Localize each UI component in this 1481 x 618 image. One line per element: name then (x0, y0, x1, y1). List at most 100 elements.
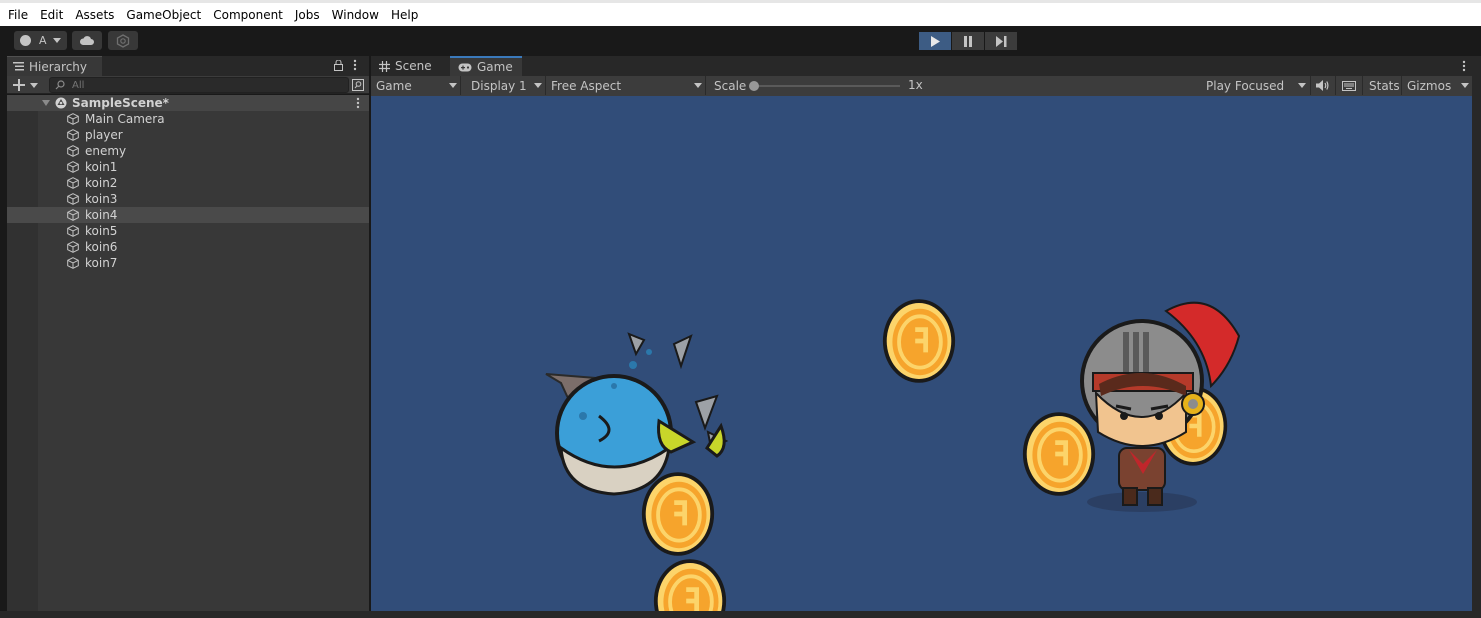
display-select[interactable]: Display 1 (466, 76, 546, 95)
play-mode-value: Play Focused (1206, 78, 1285, 93)
menu-help[interactable]: Help (385, 5, 424, 25)
gameobject-cube-icon (67, 129, 79, 141)
more-options-icon[interactable] (353, 59, 357, 71)
hierarchy-item-label: koin4 (85, 208, 118, 222)
create-dropdown[interactable] (13, 78, 41, 92)
display-select-value: Display 1 (471, 78, 527, 93)
hierarchy-item[interactable]: enemy (7, 143, 369, 159)
scale-label: Scale (714, 78, 747, 93)
chevron-down-icon (694, 83, 702, 88)
stats-label: Stats (1369, 78, 1400, 93)
play-mode-select[interactable]: Play Focused (1201, 76, 1311, 95)
menu-bar: File Edit Assets GameObject Component Jobs Win… (0, 0, 1481, 26)
gizmos-dropdown[interactable]: Gizmos (1402, 76, 1472, 95)
gameobject-cube-icon (67, 225, 79, 237)
menu-gameobject[interactable]: GameObject (120, 5, 207, 25)
account-label: A (39, 34, 47, 47)
coin-sprite[interactable] (1023, 412, 1095, 496)
game-viewport[interactable] (371, 96, 1472, 611)
chevron-down-icon (52, 38, 61, 43)
cloud-icon (79, 36, 94, 45)
gameobject-cube-icon (67, 193, 79, 205)
search-icon (55, 80, 65, 90)
menu-edit[interactable]: Edit (34, 5, 69, 25)
gameobject-cube-icon (67, 177, 79, 189)
hierarchy-item-label: enemy (85, 144, 127, 158)
chevron-down-icon (1461, 83, 1469, 88)
menu-component[interactable]: Component (207, 5, 289, 25)
play-button[interactable] (919, 32, 951, 50)
account-icon (20, 35, 31, 46)
hierarchy-item-label: Main Camera (85, 112, 165, 126)
hierarchy-item[interactable]: koin3 (7, 191, 369, 207)
hierarchy-item[interactable]: Main Camera (7, 111, 369, 127)
hierarchy-item-label: player (85, 128, 123, 142)
shortcuts-toggle[interactable] (1337, 76, 1363, 95)
play-controls (919, 32, 1017, 50)
lock-icon[interactable] (334, 60, 343, 71)
menu-assets[interactable]: Assets (69, 5, 120, 25)
account-dropdown[interactable]: A (14, 31, 67, 50)
stats-toggle[interactable]: Stats (1364, 76, 1402, 95)
menu-window[interactable]: Window (326, 5, 385, 25)
grid-icon (379, 60, 390, 72)
gameobject-cube-icon (67, 209, 79, 221)
hierarchy-item[interactable]: koin6 (7, 239, 369, 255)
hierarchy-tree: SampleScene* Main Camera player enemy koin1… (7, 95, 369, 611)
scene-name: SampleScene* (72, 96, 169, 110)
plus-icon (13, 79, 25, 91)
gameobject-cube-icon (67, 145, 79, 157)
hierarchy-search-input[interactable] (49, 77, 349, 93)
gameobject-cube-icon (67, 161, 79, 173)
more-options-icon[interactable] (1462, 60, 1466, 72)
keyboard-icon (1342, 80, 1356, 91)
hierarchy-tab-row: Hierarchy (7, 56, 369, 76)
scale-slider-thumb[interactable] (749, 81, 759, 91)
hierarchy-item[interactable]: player (7, 127, 369, 143)
scale-slider[interactable] (749, 81, 900, 91)
hierarchy-item[interactable]: koin7 (7, 255, 369, 271)
status-bar (0, 611, 1481, 618)
hierarchy-item[interactable]: koin2 (7, 175, 369, 191)
tab-hierarchy[interactable]: Hierarchy (7, 56, 102, 76)
scene-menu-icon[interactable] (356, 97, 360, 109)
hierarchy-item-label: koin1 (85, 160, 118, 174)
hierarchy-item-label: koin6 (85, 240, 118, 254)
coin-sprite[interactable] (654, 559, 726, 611)
cloud-button[interactable] (72, 31, 102, 50)
chevron-down-icon (534, 83, 542, 88)
pause-icon (964, 35, 972, 47)
tab-game[interactable]: Game (450, 56, 522, 76)
coin-sprite[interactable] (883, 299, 955, 383)
speaker-icon (1316, 80, 1329, 91)
hierarchy-item[interactable]: koin4 (7, 207, 369, 223)
aspect-select[interactable]: Free Aspect (546, 76, 706, 95)
main-toolbar: A (0, 26, 1481, 56)
chevron-down-icon (449, 83, 457, 88)
hierarchy-item-label: koin5 (85, 224, 118, 238)
coin-sprite[interactable] (642, 472, 714, 556)
aspect-select-value: Free Aspect (551, 78, 622, 93)
scene-row[interactable]: SampleScene* (7, 95, 369, 111)
menu-jobs[interactable]: Jobs (289, 5, 326, 25)
menu-file[interactable]: File (0, 5, 34, 25)
pause-button[interactable] (952, 32, 984, 50)
view-select-value: Game (376, 78, 412, 93)
hierarchy-item[interactable]: koin5 (7, 223, 369, 239)
step-button[interactable] (985, 32, 1017, 50)
search-by-type-icon[interactable] (352, 79, 364, 91)
hierarchy-item-label: koin3 (85, 192, 118, 206)
game-render (545, 96, 1241, 611)
tab-scene[interactable]: Scene (371, 56, 449, 76)
view-select[interactable]: Game (371, 76, 461, 95)
mute-audio-toggle[interactable] (1311, 76, 1336, 95)
collab-button[interactable] (108, 31, 138, 50)
hierarchy-item[interactable]: koin1 (7, 159, 369, 175)
game-tab-row: Scene Game (371, 56, 1481, 76)
scale-control: Scale 1x (709, 76, 923, 95)
hierarchy-item-label: koin7 (85, 256, 118, 270)
tab-game-label: Game (477, 60, 513, 74)
gameobject-cube-icon (67, 257, 79, 269)
foldout-arrow-icon[interactable] (42, 100, 50, 106)
enemy-sprite[interactable] (545, 332, 729, 496)
